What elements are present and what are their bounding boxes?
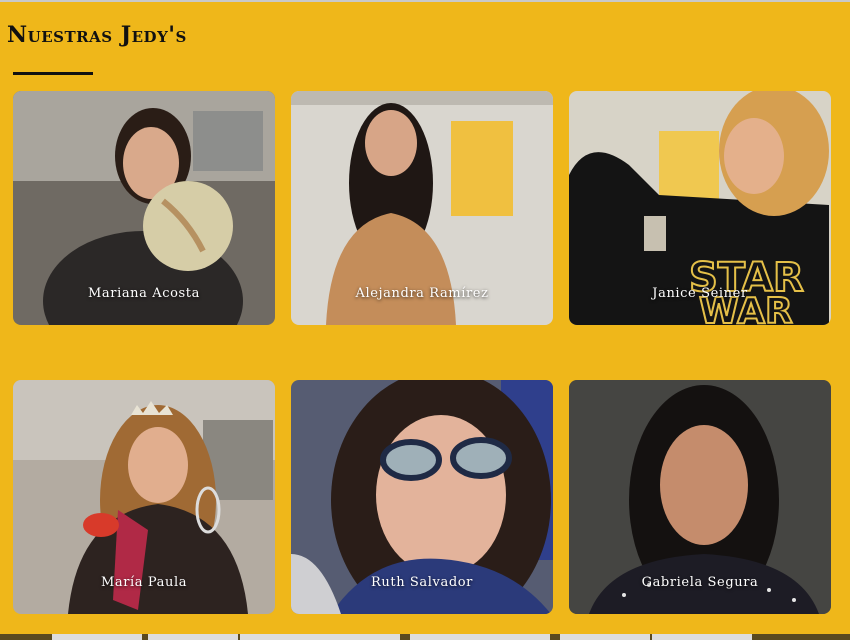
- profile-card-mariana-acosta[interactable]: Mariana Acosta: [13, 91, 275, 325]
- title-underline: [13, 72, 93, 75]
- top-border: [0, 0, 850, 2]
- profile-card-janice-seiner[interactable]: STAR WAR Janice Seiner: [569, 91, 831, 325]
- profile-name: María Paula: [100, 575, 188, 590]
- profile-name: Gabriela Segura: [641, 575, 759, 590]
- profile-name: Ruth Salvador: [371, 575, 473, 590]
- profile-card-alejandra-ramirez[interactable]: Alejandra Ramírez: [291, 91, 553, 325]
- profile-card-gabriela-segura[interactable]: Gabriela Segura: [569, 380, 831, 614]
- section-title: Nuestras Jedy's: [7, 22, 187, 48]
- profile-card-ruth-salvador[interactable]: Ruth Salvador: [291, 380, 553, 614]
- profile-name: Mariana Acosta: [88, 286, 200, 301]
- profile-name: Janice Seiner: [652, 286, 748, 301]
- profile-card-maria-paula[interactable]: María Paula: [13, 380, 275, 614]
- profile-name: Alejandra Ramírez: [355, 286, 489, 301]
- bottom-image-strip: [0, 634, 850, 640]
